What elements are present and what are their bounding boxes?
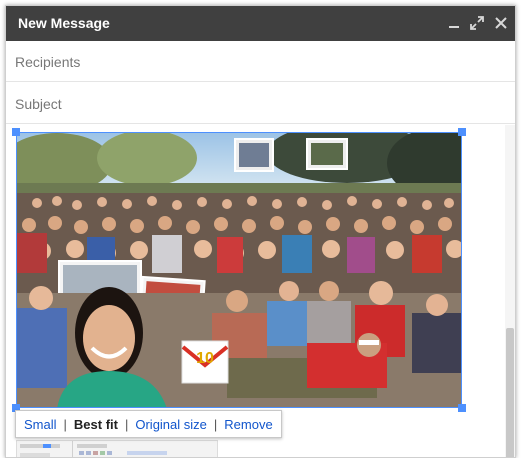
image-size-toolbar: Small | Best fit | Original size | Remov… xyxy=(15,410,282,438)
compose-titlebar[interactable]: New Message xyxy=(6,6,515,41)
separator: | xyxy=(213,416,218,432)
size-small-link[interactable]: Small xyxy=(24,417,57,432)
resize-handle-top-right[interactable] xyxy=(458,128,466,136)
compose-window: New Message Recipients Subject 10 Small … xyxy=(5,5,516,458)
popout-icon[interactable] xyxy=(468,14,486,32)
badge-number: 10 xyxy=(196,350,214,367)
resize-handle-bottom-right[interactable] xyxy=(458,404,466,412)
inline-photo[interactable]: 10 xyxy=(16,132,462,408)
remove-image-link[interactable]: Remove xyxy=(224,417,272,432)
size-original-link[interactable]: Original size xyxy=(135,417,207,432)
group-photo-image: 10 xyxy=(17,133,461,407)
subject-placeholder: Subject xyxy=(15,96,62,112)
subject-field[interactable]: Subject xyxy=(6,83,515,124)
body-scrollbar[interactable] xyxy=(505,125,515,457)
size-best-fit-link[interactable]: Best fit xyxy=(74,417,118,432)
separator: | xyxy=(124,416,129,432)
close-icon[interactable] xyxy=(492,14,510,32)
compose-title: New Message xyxy=(18,15,110,31)
second-inline-image[interactable] xyxy=(16,440,218,457)
separator: | xyxy=(63,416,67,432)
recipients-field[interactable]: Recipients xyxy=(6,41,515,82)
second-image-preview xyxy=(17,441,217,457)
message-body[interactable]: 10 Small | Best fit | Original size | Re… xyxy=(6,125,515,457)
recipients-placeholder: Recipients xyxy=(15,54,81,70)
scrollbar-thumb[interactable] xyxy=(506,328,514,457)
resize-handle-top-left[interactable] xyxy=(12,128,20,136)
minimize-icon[interactable] xyxy=(445,14,463,32)
